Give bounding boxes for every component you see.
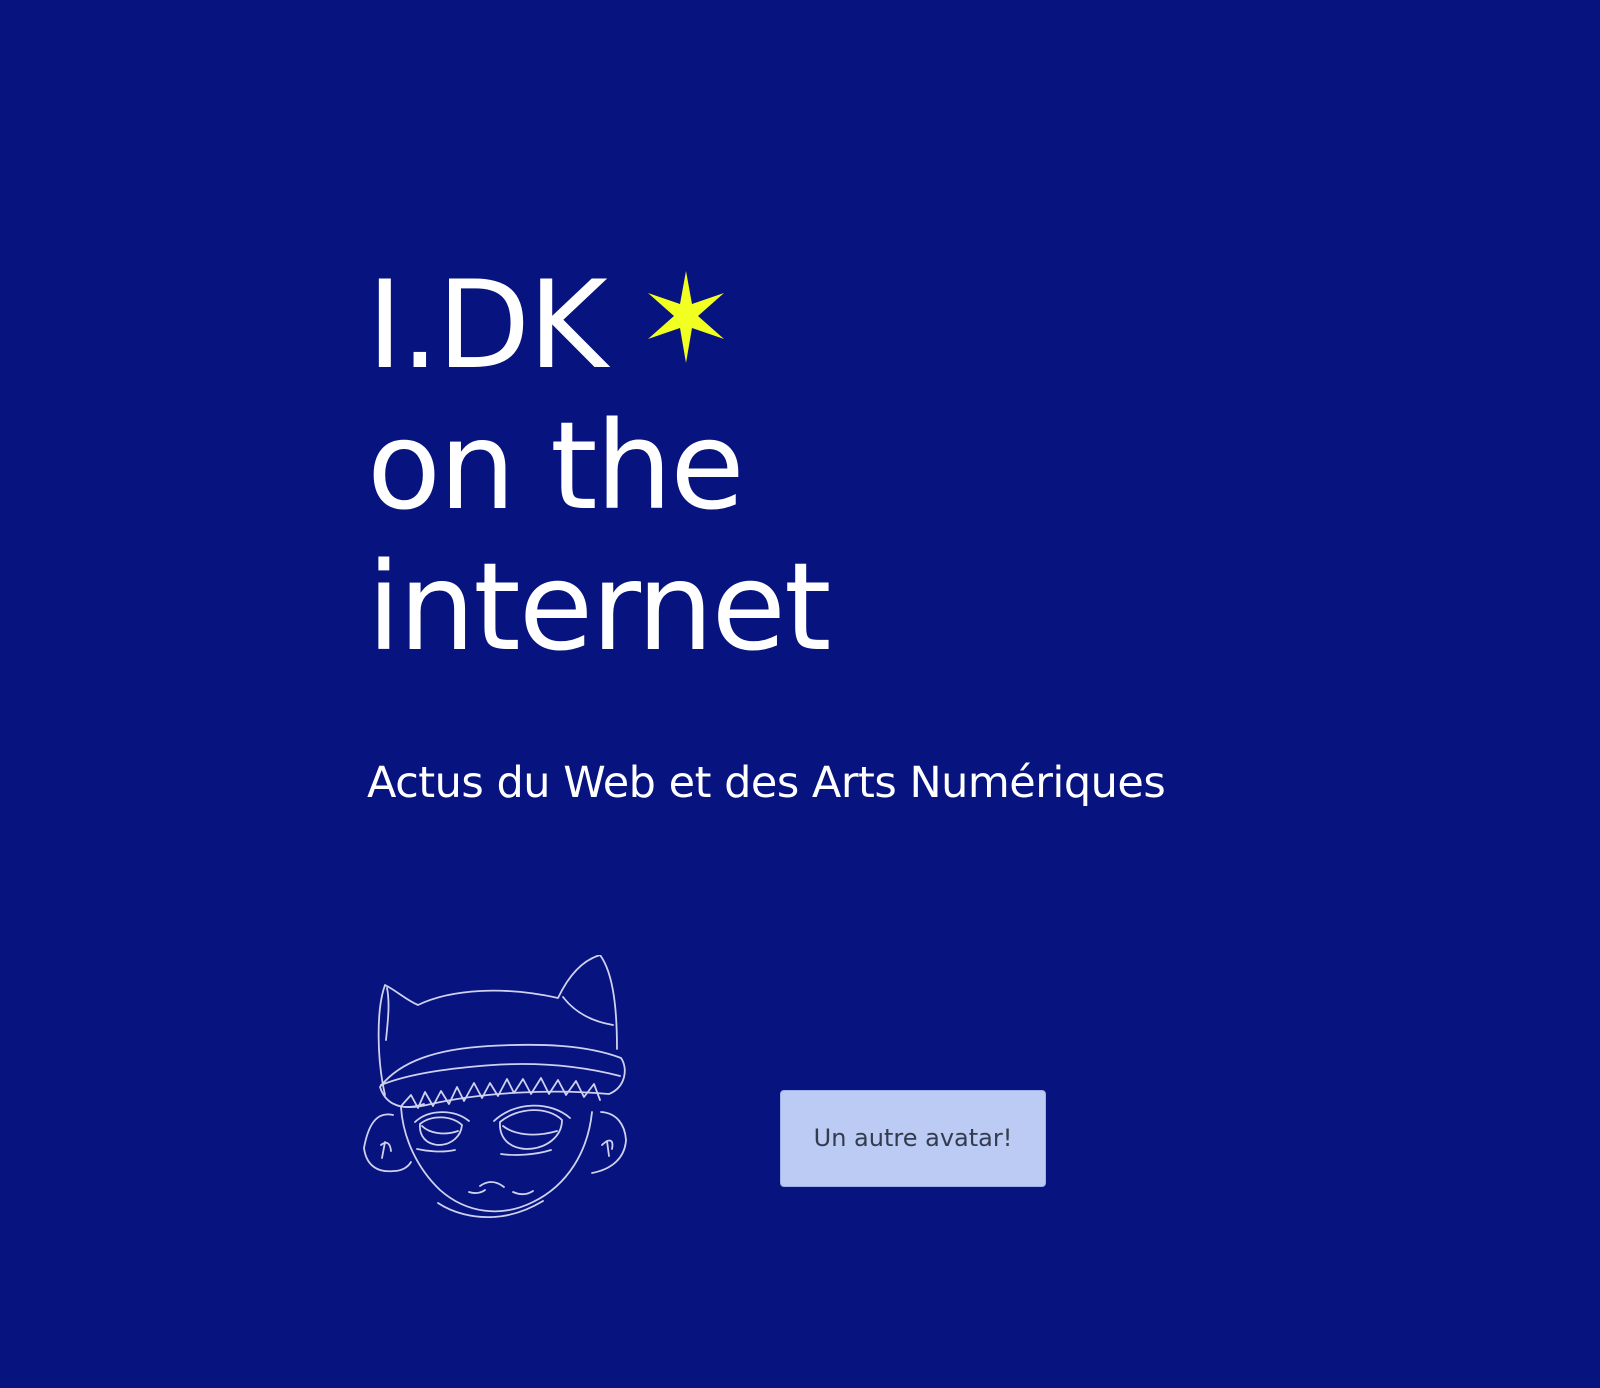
site-tagline: Actus du Web et des Arts Numériques (367, 758, 1166, 808)
sketched-avatar-icon (363, 955, 627, 1218)
site-title: I.DK on the internet (367, 255, 1267, 678)
site-title-line-3: internet (367, 537, 831, 678)
star-icon (644, 271, 728, 363)
another-avatar-button[interactable]: Un autre avatar! (780, 1090, 1046, 1187)
avatar-drawing (363, 955, 643, 1235)
site-title-line-2: on the (367, 396, 745, 537)
site-title-line-1: I.DK (367, 255, 1267, 396)
hero-header: I.DK on the internet (367, 255, 1267, 678)
site-title-first-word: I.DK (367, 255, 608, 396)
